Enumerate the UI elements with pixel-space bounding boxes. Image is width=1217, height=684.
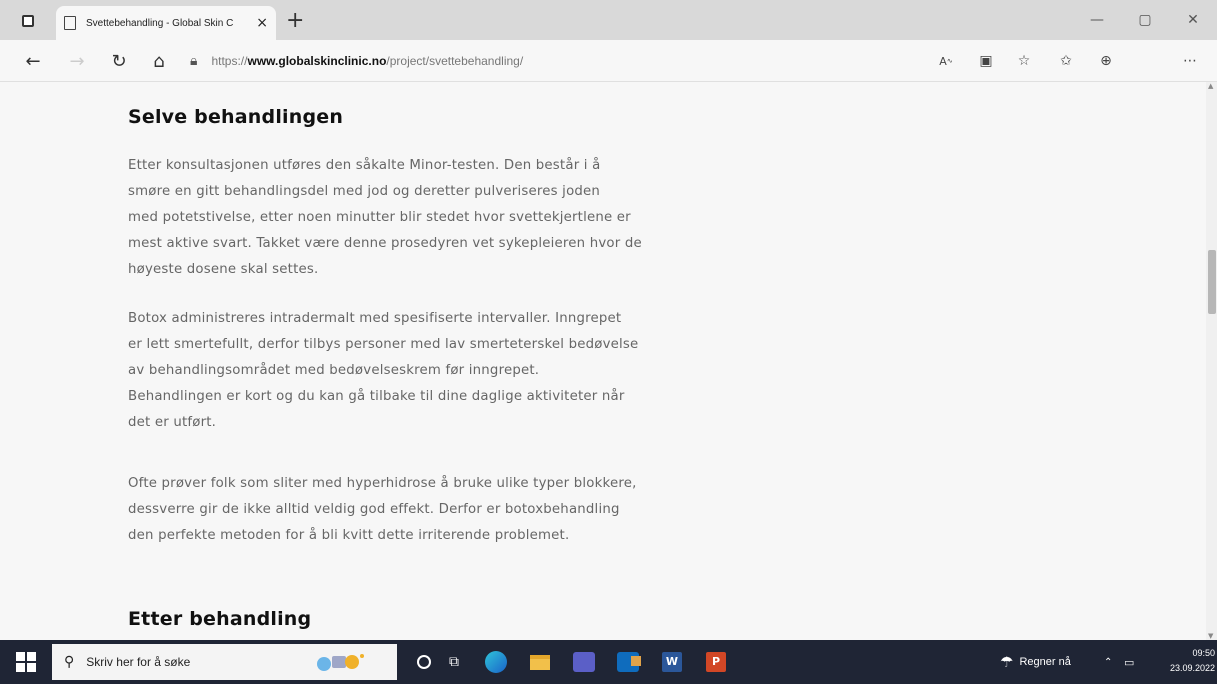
favorites-icon[interactable]: ✩ — [1052, 48, 1080, 74]
weather-text: Regner nå — [1019, 656, 1071, 668]
scrollbar-thumb[interactable] — [1208, 250, 1216, 314]
more-options-icon[interactable]: ⋯ — [1176, 48, 1204, 74]
search-highlight-icon — [317, 654, 364, 671]
paragraph-botox: Botox administreres intradermalt med spe… — [128, 306, 748, 436]
tab-actions-icon[interactable] — [18, 11, 38, 31]
cortana-icon[interactable] — [410, 648, 438, 676]
paragraph-line: Behandlingen er kort og du kan gå tilbak… — [128, 389, 625, 404]
weather-widget[interactable]: ☂ Regner nå — [1000, 640, 1071, 684]
browser-toolbar: ← → ↻ ⌂ 🔒︎ https://www.globalskinclinic.… — [0, 40, 1217, 110]
tab-strip: Svettebehandling - Global Skin C × + — ▢… — [0, 0, 1217, 40]
clock-date: 23.09.2022 — [1170, 663, 1216, 673]
paragraph-line: av behandlingsområdet med bedøvelseskrem… — [128, 363, 540, 378]
article-column: Selve behandlingen — [128, 106, 748, 128]
address-bar[interactable]: 🔒︎ https://www.globalskinclinic.no/proje… — [190, 46, 925, 76]
refresh-icon[interactable]: ↻ — [106, 48, 132, 74]
teams-icon[interactable] — [570, 648, 598, 676]
restore-icon[interactable]: ▢ — [1121, 0, 1169, 40]
word-icon[interactable]: W — [658, 648, 686, 676]
new-tab-button[interactable]: + — [286, 8, 304, 33]
paragraph-line: Etter konsultasjonen utføres den såkalte… — [128, 158, 601, 173]
tab-close-icon[interactable]: × — [256, 15, 268, 31]
taskbar-search-box[interactable]: ⚲ Skriv her for å søke — [52, 644, 397, 680]
paragraph-minor-test: Etter konsultasjonen utføres den såkalte… — [128, 153, 748, 283]
search-placeholder: Skriv her for å søke — [86, 655, 191, 669]
paragraph-hyperhidrosis: Ofte prøver folk som sliter med hyperhid… — [128, 471, 748, 549]
window-controls: — ▢ ✕ — [1073, 0, 1217, 40]
forward-icon[interactable]: → — [64, 48, 90, 74]
paragraph-line: høyeste dosene skal settes. — [128, 262, 319, 277]
close-window-icon[interactable]: ✕ — [1169, 0, 1217, 40]
paragraph-line: Ofte prøver folk som sliter med hyperhid… — [128, 476, 637, 491]
minimize-icon[interactable]: — — [1073, 0, 1121, 40]
collections-icon[interactable]: ⊕ — [1092, 48, 1120, 74]
file-explorer-icon[interactable] — [526, 648, 554, 676]
tab-title: Svettebehandling - Global Skin C — [86, 17, 234, 29]
home-icon[interactable]: ⌂ — [146, 48, 172, 74]
battery-icon[interactable]: ▭ — [1124, 640, 1134, 684]
windows-taskbar: ⚲ Skriv her for å søke ⧉ W P ☂ Regner nå… — [0, 640, 1217, 684]
section-heading-after: Etter behandling — [128, 608, 312, 630]
paragraph-line: Botox administreres intradermalt med spe… — [128, 311, 622, 326]
scroll-up-icon[interactable]: ▲ — [1208, 82, 1213, 90]
page-icon — [64, 16, 76, 30]
show-hidden-icons-icon[interactable]: ⌃ — [1104, 640, 1112, 684]
powerpoint-icon[interactable]: P — [702, 648, 730, 676]
section-heading-treatment: Selve behandlingen — [128, 106, 344, 128]
add-favorite-icon[interactable]: ☆ — [1010, 48, 1038, 74]
search-icon: ⚲ — [64, 654, 75, 670]
clock-time: 09:50 — [1192, 648, 1216, 658]
vertical-scrollbar[interactable]: ▲ ▼ — [1206, 82, 1217, 640]
paragraph-line: smøre en gitt behandlingsdel med jod og … — [128, 184, 601, 199]
start-windows-icon[interactable] — [16, 652, 36, 672]
outlook-icon[interactable] — [614, 648, 642, 676]
page-content: Selve behandlingen Etter konsultasjonen … — [0, 82, 1206, 640]
url-text[interactable]: https://www.globalskinclinic.no/project/… — [211, 54, 523, 68]
paragraph-line: med potetstivelse, etter noen minutter b… — [128, 210, 631, 225]
scroll-down-icon[interactable]: ▼ — [1208, 632, 1213, 640]
rain-umbrella-icon: ☂ — [1000, 654, 1014, 671]
paragraph-line: den perfekte metoden for å bli kvitt det… — [128, 528, 570, 543]
task-view-icon[interactable]: ⧉ — [440, 648, 468, 676]
immersive-reader-icon[interactable]: ▣ — [972, 48, 1000, 74]
section-heading-after-wrap: Etter behandling — [128, 608, 748, 630]
paragraph-line: dessverre gir de ikke alltid veldig god … — [128, 502, 620, 517]
lock-icon[interactable]: 🔒︎ — [190, 53, 197, 69]
read-aloud-icon[interactable]: A ∿ — [932, 48, 960, 74]
tab-active[interactable]: Svettebehandling - Global Skin C × — [56, 6, 276, 40]
paragraph-line: er lett smertefullt, derfor tilbys perso… — [128, 337, 639, 352]
edge-icon[interactable] — [482, 648, 510, 676]
paragraph-line: mest aktive svart. Takket være denne pro… — [128, 236, 642, 251]
paragraph-line: det er utført. — [128, 415, 217, 430]
system-clock[interactable]: 09:50 23.09.2022 — [1170, 646, 1215, 676]
back-icon[interactable]: ← — [20, 48, 46, 74]
